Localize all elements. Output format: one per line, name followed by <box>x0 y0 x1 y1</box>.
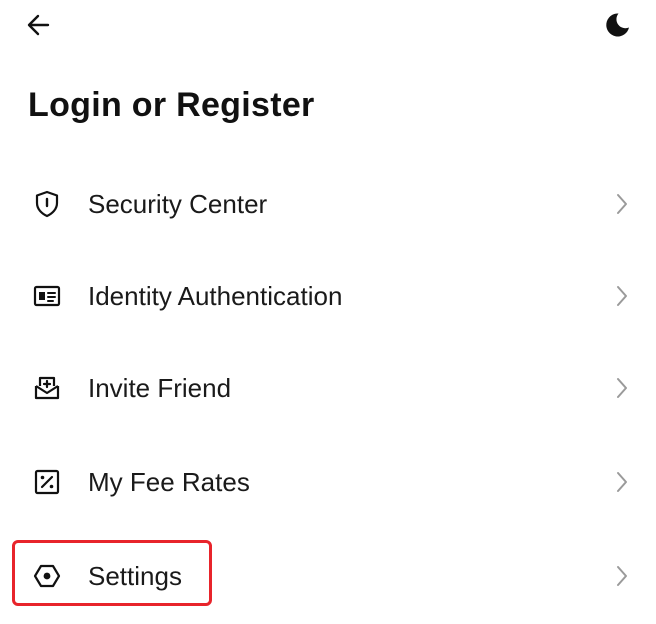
id-card-icon <box>30 279 64 313</box>
menu-item-my-fee-rates[interactable]: My Fee Rates <box>0 436 656 528</box>
chevron-right-icon <box>612 468 632 496</box>
back-button[interactable] <box>22 8 56 42</box>
menu-item-label: My Fee Rates <box>88 466 250 497</box>
menu-item-label: Security Center <box>88 188 268 219</box>
moon-icon <box>606 13 629 37</box>
menu-item-security-center[interactable]: Security Center <box>0 158 656 250</box>
hexagon-settings-icon <box>30 559 64 593</box>
menu-item-label: Invite Friend <box>88 372 232 403</box>
shield-icon <box>30 187 64 221</box>
menu-item-settings[interactable]: Settings <box>0 530 656 622</box>
invite-mail-icon <box>30 371 64 405</box>
chevron-right-icon <box>612 282 632 310</box>
menu-item-invite-friend[interactable]: Invite Friend <box>0 342 656 434</box>
theme-toggle-button[interactable] <box>600 8 634 42</box>
percent-icon <box>30 465 64 499</box>
menu-item-label: Identity Authentication <box>88 280 343 311</box>
chevron-right-icon <box>612 190 632 218</box>
login-register-title[interactable]: Login or Register <box>28 86 315 125</box>
chevron-right-icon <box>612 562 632 590</box>
menu-item-identity-authentication[interactable]: Identity Authentication <box>0 250 656 342</box>
chevron-right-icon <box>612 374 632 402</box>
top-bar <box>0 0 656 50</box>
arrow-left-icon <box>27 14 50 36</box>
menu-item-label: Settings <box>88 560 182 591</box>
